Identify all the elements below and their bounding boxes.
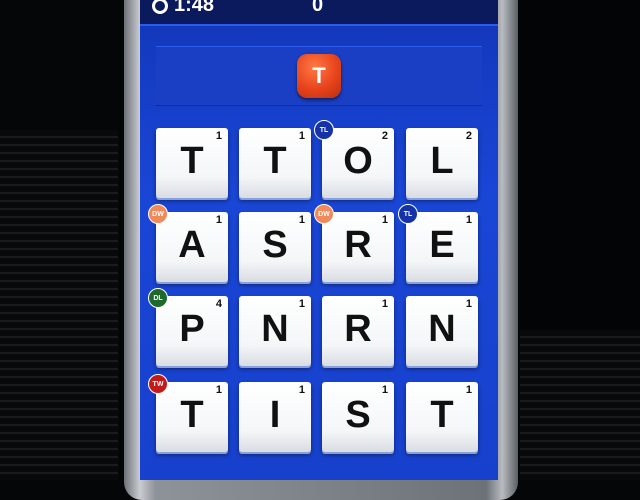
- tile-points: 1: [215, 130, 222, 142]
- tile-letter: A: [178, 224, 206, 266]
- timer-value: 1:48: [174, 0, 215, 16]
- letter-tile[interactable]: T1: [406, 382, 478, 452]
- tile-points: 1: [298, 384, 305, 396]
- letter-tile[interactable]: I1: [239, 382, 311, 452]
- bonus-badge: DL: [148, 288, 168, 308]
- letter-tile[interactable]: S1: [322, 382, 394, 452]
- background-grille-right: [520, 330, 640, 480]
- tile-points: 1: [215, 384, 222, 396]
- letter-tile[interactable]: T1: [156, 128, 228, 198]
- current-word-tile[interactable]: T: [297, 54, 341, 98]
- status-bar: 1:48 0: [140, 0, 498, 26]
- letter-tile[interactable]: L2: [406, 128, 478, 198]
- letter-tile[interactable]: T1: [239, 128, 311, 198]
- letter-tile[interactable]: E1: [406, 212, 478, 282]
- clock-icon: [152, 0, 168, 14]
- current-word-letter: T: [312, 63, 326, 88]
- tile-letter: S: [262, 224, 288, 266]
- tile-points: 1: [298, 214, 305, 226]
- tile-points: 1: [298, 298, 305, 310]
- letter-tile[interactable]: R1: [322, 296, 394, 366]
- tile-letter: R: [344, 224, 372, 266]
- tile-letter: E: [429, 224, 455, 266]
- bonus-badge: TL: [398, 204, 418, 224]
- tile-points: 4: [215, 298, 222, 310]
- tile-letter: T: [180, 140, 204, 182]
- tile-points: 2: [381, 130, 388, 142]
- tile-points: 2: [465, 130, 472, 142]
- background-dark-right: [520, 0, 640, 330]
- tile-points: 1: [465, 298, 472, 310]
- letter-tile[interactable]: N1: [239, 296, 311, 366]
- tile-letter: T: [430, 394, 454, 436]
- tile-letter: P: [179, 308, 205, 350]
- tile-points: 1: [215, 214, 222, 226]
- bonus-badge: DW: [148, 204, 168, 224]
- letter-tile[interactable]: R1: [322, 212, 394, 282]
- bonus-badge: DW: [314, 204, 334, 224]
- tile-letter: T: [263, 140, 287, 182]
- letter-tile[interactable]: T1: [156, 382, 228, 452]
- letter-tile[interactable]: P4: [156, 296, 228, 366]
- tile-letter: O: [343, 140, 373, 182]
- tile-letter: L: [430, 140, 454, 182]
- letter-tile[interactable]: N1: [406, 296, 478, 366]
- letter-tile[interactable]: S1: [239, 212, 311, 282]
- tile-letter: S: [345, 394, 371, 436]
- timer: 1:48: [152, 0, 214, 17]
- game-screen: 1:48 0 T T 1 T 1 O 2 TL L 2 A 1 DW S 1 R 1 DW E 1 TL P 4 DL N 1 R…: [140, 0, 498, 480]
- bonus-badge: TL: [314, 120, 334, 140]
- tile-letter: T: [180, 394, 204, 436]
- letter-tile[interactable]: O2: [322, 128, 394, 198]
- tile-letter: R: [344, 308, 372, 350]
- tile-points: 1: [465, 214, 472, 226]
- tile-points: 1: [465, 384, 472, 396]
- tile-points: 1: [298, 130, 305, 142]
- tile-points: 1: [381, 298, 388, 310]
- score-value: 0: [312, 0, 324, 16]
- tile-letter: N: [428, 308, 456, 350]
- tile-points: 1: [381, 384, 388, 396]
- tile-points: 1: [381, 214, 388, 226]
- tile-letter: I: [269, 394, 281, 436]
- letter-tile[interactable]: A1: [156, 212, 228, 282]
- bonus-badge: TW: [148, 374, 168, 394]
- background-grille-left: [0, 130, 118, 480]
- tile-letter: N: [261, 308, 289, 350]
